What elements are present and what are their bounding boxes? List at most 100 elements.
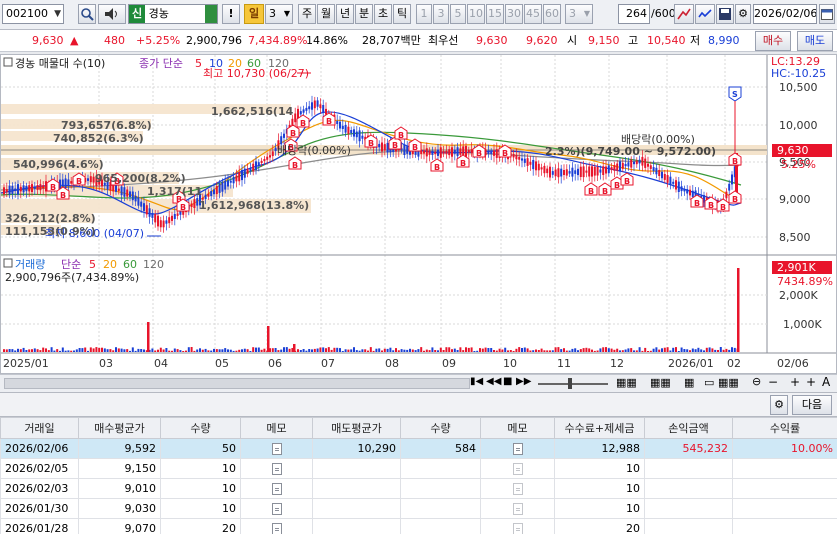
search-icon[interactable]: [78, 4, 96, 24]
table-row[interactable]: 2026/01/30 9,030 10 10: [0, 498, 837, 519]
minus-icon[interactable]: −: [768, 375, 778, 389]
profile-label: 540,996(4.6%): [13, 158, 104, 171]
volume-toggle-icon[interactable]: [3, 258, 13, 268]
col-header[interactable]: 수수료+제세금: [554, 417, 645, 439]
cell-sell-memo[interactable]: [480, 478, 555, 499]
col-header[interactable]: 매도평균가: [312, 417, 401, 439]
col-header[interactable]: 수익률: [732, 417, 837, 439]
interval-30-button[interactable]: 30: [505, 4, 523, 24]
settings-gear-icon[interactable]: ⚙: [770, 395, 788, 415]
cell-sell-memo[interactable]: [480, 438, 555, 459]
sell-button[interactable]: 매도: [797, 31, 833, 51]
memo-icon[interactable]: [512, 523, 523, 534]
chart-tool-icon[interactable]: [674, 4, 694, 24]
speaker-icon[interactable]: [98, 4, 126, 24]
cell-sell-memo[interactable]: [480, 458, 555, 479]
memo-icon[interactable]: [271, 443, 282, 455]
cell-sell-memo[interactable]: [480, 498, 555, 519]
col-header[interactable]: 거래일: [0, 417, 79, 439]
zoom-out-icon[interactable]: ⊖: [752, 375, 761, 388]
chart-scrollbar[interactable]: [4, 378, 470, 389]
interval-45-button[interactable]: 45: [524, 4, 542, 24]
volume-bar: [647, 351, 649, 352]
memo-icon[interactable]: [271, 503, 282, 515]
period-value-select[interactable]: 3 ▼: [265, 4, 293, 24]
interval-60-button[interactable]: 60: [543, 4, 561, 24]
calendar-icon[interactable]: [819, 4, 835, 24]
memo-icon[interactable]: [512, 463, 523, 475]
tick-value-select[interactable]: 3 ▼: [565, 4, 593, 24]
scroll-back-icon[interactable]: ◀◀: [486, 376, 501, 387]
count-input[interactable]: 264: [618, 4, 650, 24]
table-row[interactable]: 2026/01/28 9,070 20 20: [0, 518, 837, 534]
stock-name-field[interactable]: 신 경농: [128, 4, 218, 24]
period-week-button[interactable]: 주: [298, 4, 316, 24]
cell-buy-memo[interactable]: [240, 498, 313, 519]
col-header[interactable]: 매수평균가: [78, 417, 161, 439]
interval-5-button[interactable]: 5: [450, 4, 466, 24]
cell-sell-qty: [400, 498, 481, 519]
legend-toggle-icon[interactable]: [3, 57, 13, 67]
period-second-button[interactable]: 초: [374, 4, 392, 24]
table-row[interactable]: 2026/02/05 9,150 10 10: [0, 458, 837, 479]
memo-icon[interactable]: [512, 483, 523, 495]
interval-15-button[interactable]: 15: [486, 4, 504, 24]
stock-code-input[interactable]: 002100 ▼: [2, 4, 64, 24]
toolbar: 002100 ▼ 신 경농 ! 일 3 ▼ 주 월 년 분 초 틱 1 3 5 …: [0, 0, 837, 30]
stock-chart[interactable]: BBBBBBBBBBBBBBBBBBBBBBBBBBBBS 경농 매물대 수(1…: [0, 54, 837, 374]
memo-icon[interactable]: [271, 463, 282, 475]
volume-bar: [252, 347, 255, 352]
alert-button[interactable]: !: [222, 4, 240, 24]
line-chart-icon[interactable]: [695, 4, 715, 24]
period-day-button[interactable]: 일: [244, 4, 264, 24]
layout-grid-icon[interactable]: ▦▦: [650, 376, 671, 389]
col-header[interactable]: 메모: [240, 417, 313, 439]
zoom-slider-thumb[interactable]: [568, 378, 572, 389]
cell-buy-memo[interactable]: [240, 438, 313, 459]
zoom-slider[interactable]: [538, 383, 608, 385]
rectangle-icon[interactable]: ▭: [704, 376, 714, 389]
plus-icon[interactable]: +: [790, 375, 800, 389]
period-minute-button[interactable]: 분: [355, 4, 373, 24]
col-header[interactable]: 손익금액: [644, 417, 733, 439]
next-page-button[interactable]: 다음: [792, 395, 832, 415]
scroll-forward-icon[interactable]: ▶▶: [516, 376, 531, 387]
memo-icon[interactable]: [512, 443, 523, 455]
date-input[interactable]: 2026/02/06: [753, 4, 817, 24]
settings-gear-icon[interactable]: ⚙: [735, 4, 751, 24]
col-header[interactable]: 메모: [480, 417, 555, 439]
period-month-button[interactable]: 월: [317, 4, 335, 24]
interval-10-button[interactable]: 10: [467, 4, 485, 24]
chart-canvas[interactable]: BBB BBBBB BB B BB BB BB BB BB B BBBBBBS 경농 매물대 수(1…: [0, 55, 836, 373]
cell-sell-memo[interactable]: [480, 518, 555, 534]
interval-3-button[interactable]: 3: [433, 4, 449, 24]
layout-grid-icon[interactable]: ▦▦: [718, 376, 739, 389]
col-header[interactable]: 수량: [160, 417, 241, 439]
memo-icon[interactable]: [512, 503, 523, 515]
axis-tick: 10,000: [779, 119, 818, 132]
cell-buy-memo[interactable]: [240, 458, 313, 479]
scroll-start-icon[interactable]: ▮◀: [470, 376, 483, 387]
period-year-button[interactable]: 년: [336, 4, 354, 24]
volume-bar: [28, 349, 31, 352]
cell-buy-qty: 10: [160, 458, 241, 479]
memo-icon[interactable]: [271, 523, 282, 534]
table-row[interactable]: 2026/02/03 9,010 10 10: [0, 478, 837, 499]
period-tick-button[interactable]: 틱: [393, 4, 411, 24]
save-disk-icon[interactable]: [716, 4, 734, 24]
col-header[interactable]: 수량: [400, 417, 481, 439]
memo-icon[interactable]: [271, 483, 282, 495]
cell-buy-memo[interactable]: [240, 518, 313, 534]
layout-grid-icon[interactable]: ▦: [684, 376, 694, 389]
plus-icon[interactable]: +: [806, 375, 816, 389]
buy-button[interactable]: 매수: [755, 31, 791, 51]
dropdown-arrow-icon[interactable]: ▼: [54, 5, 61, 23]
stop-icon[interactable]: ■: [503, 376, 512, 387]
font-size-icon[interactable]: A: [822, 375, 830, 389]
cell-buy-avg: 9,010: [78, 478, 161, 499]
volume-bar: [299, 350, 302, 352]
layout-grid-icon[interactable]: ▦▦: [616, 376, 637, 389]
interval-1-button[interactable]: 1: [416, 4, 432, 24]
cell-buy-memo[interactable]: [240, 478, 313, 499]
table-row[interactable]: 2026/02/06 9,592 50 10,290 584 12,988 54…: [0, 438, 837, 459]
